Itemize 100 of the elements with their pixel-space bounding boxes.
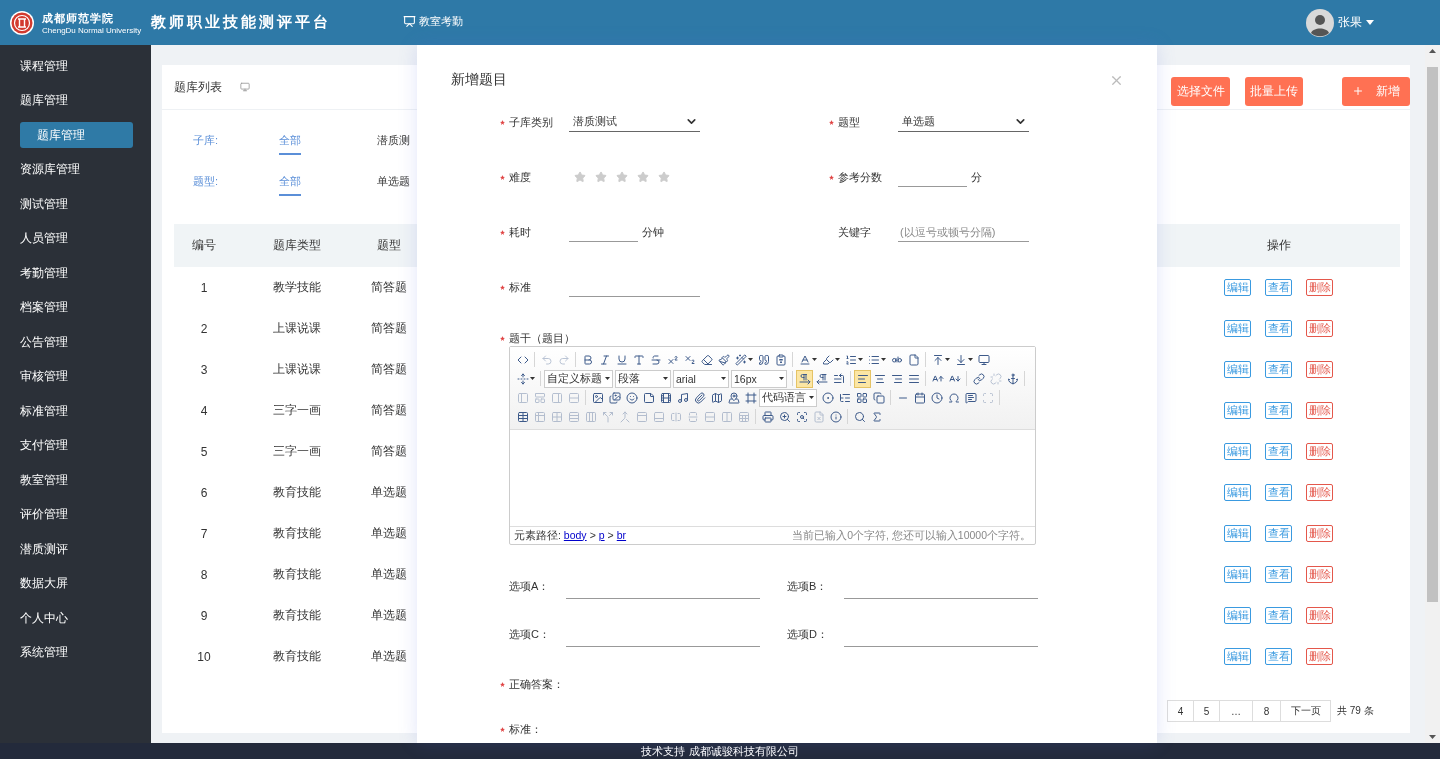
delete-button[interactable]: 删除 — [1306, 279, 1333, 296]
dropdown-select[interactable]: 潜质测试 — [569, 112, 700, 132]
row-action-button[interactable]: 编辑 — [1224, 566, 1251, 583]
unit-label: 分 — [971, 169, 982, 185]
page-button[interactable]: … — [1219, 700, 1253, 722]
table-cell-text: 单选题 — [369, 607, 408, 624]
add-button[interactable]: 新增 — [1342, 76, 1410, 106]
delete-button[interactable]: 删除 — [1306, 320, 1333, 337]
table-cell-text: 6 — [199, 485, 209, 500]
field-label: 难度 — [509, 169, 532, 185]
dropdown-select[interactable]: 单选题 — [898, 112, 1029, 132]
card-title: 题库列表 — [174, 78, 222, 96]
filter-option[interactable]: 全部 — [279, 166, 377, 196]
sidebar-item[interactable]: 教室管理 — [0, 463, 151, 498]
sidebar-item[interactable]: 测试管理 — [0, 187, 151, 222]
field-label: 参考分数 — [838, 169, 883, 185]
character-counter: 当前已输入0个字符, 您还可以输入10000个字符。 — [792, 528, 1031, 543]
page-button[interactable]: 5 — [1193, 700, 1220, 722]
row-action-button[interactable]: 编辑 — [1224, 525, 1251, 542]
table-cell-text: 8 — [199, 567, 209, 582]
delete-button[interactable]: 删除 — [1306, 525, 1333, 542]
toolbar-select[interactable]: 段落 — [615, 369, 671, 388]
path-link[interactable]: br — [616, 528, 627, 541]
filter-option[interactable]: 单选题 — [377, 166, 417, 196]
delete-button[interactable]: 删除 — [1306, 566, 1333, 583]
page-button[interactable]: 8 — [1252, 700, 1281, 722]
table-cell-text: 4 — [199, 403, 209, 418]
sidebar-item[interactable]: 档案管理 — [0, 290, 151, 325]
sidebar-item[interactable]: 公告管理 — [0, 325, 151, 360]
table-cell-text: 7 — [199, 526, 209, 541]
sidebar-subitem[interactable]: 题库管理 — [20, 122, 133, 149]
row-action-button[interactable]: 查看 — [1265, 361, 1292, 378]
path-separator: > — [589, 528, 596, 541]
table-cell-text: 9 — [199, 608, 209, 623]
filter-label: 子库: — [193, 132, 220, 148]
row-action-button[interactable]: 编辑 — [1224, 607, 1251, 624]
toolbar-select[interactable]: arial — [673, 369, 729, 388]
row-action-button[interactable]: 查看 — [1265, 566, 1292, 583]
delete-button[interactable]: 删除 — [1306, 443, 1333, 460]
row-action-button[interactable]: 编辑 — [1224, 402, 1251, 419]
page-button[interactable]: 下一页 — [1280, 700, 1331, 722]
path-label: 元素路径: — [514, 528, 562, 541]
row-action-button[interactable]: 查看 — [1265, 484, 1292, 501]
filter-option[interactable]: 全部 — [279, 125, 377, 155]
toolbar-select[interactable]: 16px — [731, 369, 787, 388]
sidebar-item[interactable]: 潜质测评 — [0, 532, 151, 567]
row-action-button[interactable]: 编辑 — [1224, 443, 1251, 460]
filter-option[interactable]: 潜质测 — [377, 125, 417, 155]
sidebar-item[interactable]: 资源库管理 — [0, 152, 151, 187]
row-action-button[interactable]: 编辑 — [1224, 279, 1251, 296]
delete-button[interactable]: 删除 — [1306, 648, 1333, 665]
row-action-button[interactable]: 查看 — [1265, 607, 1292, 624]
row-action-button[interactable]: 查看 — [1265, 320, 1292, 337]
delete-button[interactable]: 删除 — [1306, 402, 1333, 419]
toolbar-select[interactable]: 自定义标题 — [544, 369, 613, 388]
footer-text: 技术支持 成都诚骏科技有限公司 — [641, 743, 799, 759]
field-label: 题干（题目） — [509, 330, 576, 346]
delete-button[interactable]: 删除 — [1306, 484, 1333, 501]
sidebar-item[interactable]: 课程管理 — [0, 49, 151, 84]
unit-label: 分钟 — [642, 224, 664, 240]
table-cell-text: 单选题 — [369, 525, 408, 542]
field-label: 正确答案： — [509, 676, 565, 692]
row-action-button[interactable]: 查看 — [1265, 279, 1292, 296]
sidebar-item[interactable]: 题库管理 — [0, 83, 151, 118]
table-cell-text: 单选题 — [369, 484, 408, 501]
sidebar-item[interactable]: 数据大屏 — [0, 566, 151, 601]
sidebar-item[interactable]: 支付管理 — [0, 428, 151, 463]
delete-button[interactable]: 删除 — [1306, 361, 1333, 378]
table-cell-text: 上课说课 — [272, 320, 322, 337]
row-action-button[interactable]: 查看 — [1265, 525, 1292, 542]
row-action-button[interactable]: 查看 — [1265, 648, 1292, 665]
row-action-button[interactable]: 编辑 — [1224, 484, 1251, 501]
delete-button[interactable]: 删除 — [1306, 607, 1333, 624]
platform-title: 教师职业技能测评平台 — [151, 13, 332, 32]
row-action-button[interactable]: 编辑 — [1224, 648, 1251, 665]
school-name: 成都师范学院 — [42, 10, 115, 26]
sidebar-item[interactable]: 人员管理 — [0, 221, 151, 256]
table-cell-text: 简答题 — [369, 402, 408, 419]
total-count: 共 79 条 — [1337, 704, 1374, 718]
page-button[interactable]: 4 — [1167, 700, 1194, 722]
action-button[interactable]: 选择文件 — [1171, 76, 1230, 106]
sidebar-item[interactable]: 评价管理 — [0, 497, 151, 532]
row-action-button[interactable]: 编辑 — [1224, 361, 1251, 378]
row-action-button[interactable]: 编辑 — [1224, 320, 1251, 337]
sidebar-item[interactable]: 标准管理 — [0, 394, 151, 429]
school-name-english: ChengDu Normal University — [42, 25, 142, 35]
toolbar-select[interactable]: 代码语言 — [759, 388, 817, 407]
sidebar-item[interactable]: 审核管理 — [0, 359, 151, 394]
table-cell-text: 10 — [196, 649, 212, 664]
sidebar-item[interactable]: 考勤管理 — [0, 256, 151, 291]
row-action-button[interactable]: 查看 — [1265, 443, 1292, 460]
row-action-button[interactable]: 查看 — [1265, 402, 1292, 419]
sidebar-item[interactable]: 系统管理 — [0, 635, 151, 670]
user-name[interactable]: 张果 — [1338, 14, 1362, 31]
action-button[interactable]: 批量上传 — [1245, 76, 1303, 106]
path-link[interactable]: body — [563, 528, 587, 541]
path-link[interactable]: p — [598, 528, 605, 541]
sidebar-item[interactable]: 个人中心 — [0, 601, 151, 636]
nav-link[interactable]: 教室考勤 — [403, 14, 464, 31]
field-label: 关键字 — [838, 224, 872, 240]
